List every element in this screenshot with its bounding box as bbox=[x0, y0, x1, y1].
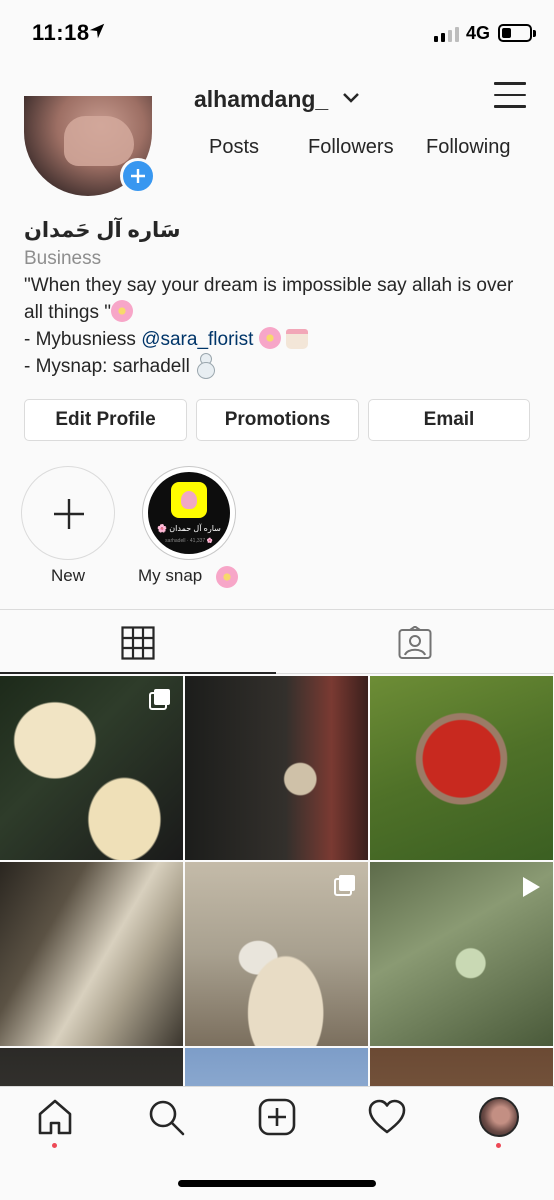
highlight-label: New bbox=[50, 566, 85, 585]
notification-dot bbox=[52, 1143, 57, 1148]
bio-line: - Mybusniess bbox=[24, 329, 142, 350]
post-thumbnail[interactable] bbox=[185, 1048, 368, 1086]
battery-icon bbox=[498, 24, 536, 42]
status-time: 11:18 bbox=[32, 20, 90, 45]
chevron-down-icon[interactable] bbox=[342, 92, 360, 104]
tagged-icon bbox=[398, 626, 432, 659]
full-name: سَاره آل حَمدان bbox=[24, 219, 181, 242]
edit-profile-button[interactable]: Edit Profile bbox=[24, 399, 187, 441]
snap-cover-sub: sarhadell · 41,337 🌸 bbox=[165, 538, 213, 544]
username-switcher[interactable]: alhamdang_ bbox=[194, 86, 328, 113]
nav-new-post[interactable] bbox=[257, 1097, 297, 1137]
post-thumbnail[interactable] bbox=[0, 1048, 183, 1086]
new-highlight-button[interactable] bbox=[21, 466, 115, 560]
snapcode-cover: ساره آل حمدان 🌸 sarhadell · 41,337 🌸 bbox=[148, 472, 230, 554]
menu-icon[interactable] bbox=[494, 82, 526, 110]
posts-grid bbox=[0, 676, 554, 1086]
post-thumbnail[interactable] bbox=[0, 862, 183, 1046]
post-thumbnail[interactable] bbox=[185, 676, 368, 860]
following-stat[interactable]: Following bbox=[426, 136, 510, 159]
cherry-blossom-icon bbox=[258, 327, 281, 349]
nav-search[interactable] bbox=[146, 1097, 186, 1137]
highlight-label: My snap bbox=[138, 566, 203, 585]
followers-stat[interactable]: Followers bbox=[308, 136, 394, 159]
network-type: 4G bbox=[466, 23, 491, 43]
business-category: Business bbox=[24, 248, 102, 269]
bio-line: - Mysnap: sarhadell bbox=[24, 356, 190, 377]
home-indicator bbox=[178, 1180, 376, 1187]
tab-grid[interactable] bbox=[0, 610, 276, 674]
home-icon bbox=[38, 1099, 72, 1135]
carousel-icon bbox=[334, 875, 355, 896]
plus-icon bbox=[131, 169, 145, 183]
add-story-badge[interactable] bbox=[120, 158, 156, 194]
new-post-icon bbox=[258, 1098, 296, 1136]
snapchat-ghost-icon bbox=[171, 482, 207, 518]
nav-home[interactable] bbox=[35, 1097, 75, 1137]
notification-dot bbox=[496, 1143, 501, 1148]
location-arrow-icon bbox=[89, 23, 105, 39]
post-thumbnail[interactable] bbox=[0, 676, 183, 860]
snowman-icon bbox=[195, 353, 216, 379]
bio: "When they say your dream is impossible … bbox=[24, 272, 534, 380]
signal-icon bbox=[434, 26, 459, 42]
cake-icon bbox=[285, 329, 308, 349]
email-button[interactable]: Email bbox=[368, 399, 530, 441]
tab-tagged[interactable] bbox=[276, 610, 554, 674]
promotions-button[interactable]: Promotions bbox=[196, 399, 359, 441]
highlight-my-snap[interactable]: ساره آل حمدان 🌸 sarhadell · 41,337 🌸 bbox=[142, 466, 236, 560]
cherry-blossom-icon bbox=[111, 300, 134, 322]
heart-icon bbox=[368, 1099, 406, 1134]
nav-activity[interactable] bbox=[367, 1097, 407, 1137]
snap-cover-title: ساره آل حمدان 🌸 bbox=[157, 524, 221, 533]
post-thumbnail[interactable] bbox=[370, 676, 553, 860]
post-thumbnail[interactable] bbox=[370, 1048, 553, 1086]
carousel-icon bbox=[149, 689, 170, 710]
nav-profile-avatar[interactable] bbox=[479, 1097, 519, 1137]
profile-stats: Posts Followers Following bbox=[180, 134, 540, 168]
search-icon bbox=[149, 1100, 185, 1136]
plus-icon bbox=[54, 499, 84, 529]
status-bar: 11:18 4G bbox=[0, 0, 554, 66]
post-thumbnail[interactable] bbox=[185, 862, 368, 1046]
bio-line: "When they say your dream is impossible … bbox=[24, 275, 514, 323]
posts-stat[interactable]: Posts bbox=[209, 136, 259, 159]
mention-link[interactable]: @sara_florist bbox=[141, 329, 253, 350]
cherry-blossom-icon bbox=[216, 566, 238, 588]
video-play-icon bbox=[523, 877, 540, 897]
grid-icon bbox=[121, 626, 155, 660]
post-thumbnail[interactable] bbox=[370, 862, 553, 1046]
